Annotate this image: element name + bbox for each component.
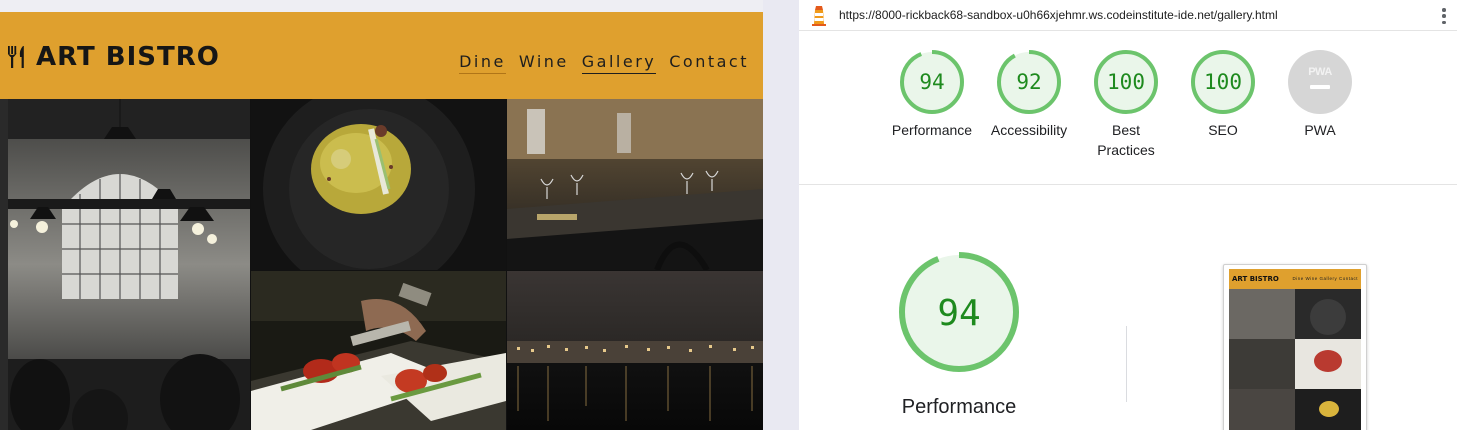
lighthouse-topbar: https://8000-rickback68-sandbox-u0h66xje… [799,0,1457,31]
panel-gap [763,0,799,430]
gauge-accessibility[interactable]: 92 Accessibility [974,49,1084,140]
gauge-label: SEO [1208,122,1238,138]
lighthouse-icon [812,6,826,26]
gauge-label: PWA [1304,122,1336,138]
brand[interactable]: ART BISTRO [6,42,220,72]
more-options-icon[interactable] [1437,6,1451,26]
thumbnail-nav: Dine Wine Gallery Contact [1292,276,1358,281]
nav-contact[interactable]: Contact [669,52,749,74]
score-value: 92 [1016,70,1041,94]
gauge-label: Best Practices [1097,122,1155,158]
score-value: 100 [1107,70,1145,94]
gallery-image-plating[interactable] [251,271,506,430]
gauge-ring: 94 [900,50,964,114]
final-screenshot-thumbnail[interactable]: ART BISTRO Dine Wine Gallery Contact [1223,264,1367,430]
performance-score-large: 94 [937,293,980,334]
gallery-image-waterfront[interactable] [507,271,763,430]
gallery-image-tables[interactable] [507,99,763,270]
site-preview: ART BISTRO Dine Wine Gallery Contact [0,0,763,430]
site-header: ART BISTRO Dine Wine Gallery Contact [0,12,763,99]
pwa-badge-icon: PWA [1288,50,1352,114]
section-divider [1126,326,1127,402]
gauge-label: Performance [891,122,973,138]
gauge-ring: 100 [1094,50,1158,114]
gallery-image-interior[interactable] [0,99,250,430]
score-value: 94 [919,70,944,94]
score-summary: 94 Performance 92 Accessibility 100 Best… [799,31,1457,185]
performance-title: Performance [901,396,1017,418]
gauge-seo[interactable]: 100 SEO [1168,49,1278,140]
performance-gauge-large[interactable]: 94 [897,250,1021,379]
thumbnail-content: ART BISTRO Dine Wine Gallery Contact [1229,269,1361,430]
pwa-badge-text: PWA [1308,66,1332,78]
site-top-strip [0,0,763,12]
gauge-best-practices[interactable]: 100 Best Practices [1071,49,1181,160]
nav-dine[interactable]: Dine [459,52,506,74]
nav-gallery[interactable]: Gallery [581,52,657,74]
gauge-pwa[interactable]: PWA PWA [1265,49,1375,140]
thumbnail-brand: ART BISTRO [1232,275,1279,283]
gauge-ring-large: 94 [899,252,1019,372]
gallery-grid [0,99,763,430]
report-url: https://8000-rickback68-sandbox-u0h66xje… [839,8,1278,22]
brand-title: ART BISTRO [36,42,220,72]
thumbnail-gallery [1229,289,1361,430]
gauge-ring: 92 [997,50,1061,114]
performance-section: 94 Performance ART BISTRO Dine Wine Gall… [799,186,1457,430]
gallery-image-dish[interactable] [251,99,506,270]
lighthouse-panel: https://8000-rickback68-sandbox-u0h66xje… [799,0,1457,430]
main-nav: Dine Wine Gallery Contact [459,52,749,74]
score-value: 100 [1204,70,1242,94]
gauge-label: Accessibility [990,122,1068,138]
gauge-performance[interactable]: 94 Performance [877,49,987,140]
gauge-ring: 100 [1191,50,1255,114]
thumbnail-header: ART BISTRO Dine Wine Gallery Contact [1229,269,1361,289]
fork-knife-icon [8,46,24,68]
nav-wine[interactable]: Wine [519,52,569,74]
